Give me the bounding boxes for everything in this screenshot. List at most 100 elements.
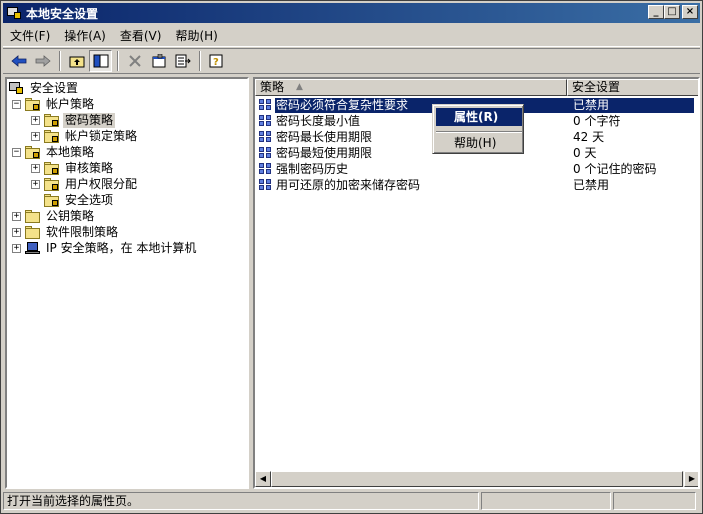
policy-value: 0 个字符 [573, 113, 621, 128]
tree-pane[interactable]: 安全设置 − 帐户策略 + 密码策略 + 帐户锁定策略 − 本地策略 + 审核策… [5, 77, 249, 489]
policy-value: 0 个记住的密码 [573, 161, 657, 176]
tree-label: IP 安全策略，在 本地计算机 [46, 240, 197, 255]
expand-toggle[interactable]: + [12, 243, 21, 253]
delete-icon [128, 55, 141, 67]
policy-name: 密码长度最小值 [276, 113, 361, 128]
back-button[interactable] [7, 50, 30, 72]
status-bar: 打开当前选择的属性页。 [3, 492, 700, 512]
column-header-policy[interactable]: 策略 ▲ [255, 79, 567, 96]
horizontal-scrollbar[interactable]: ◀ ▶ [255, 471, 698, 487]
tree-item-account-policy[interactable]: − 帐户策略 [12, 96, 96, 112]
menu-action[interactable]: 操作(A) [57, 26, 113, 46]
tree-label: 安全选项 [65, 192, 114, 207]
show-hide-tree-button[interactable] [89, 50, 112, 72]
scroll-right-button[interactable]: ▶ [684, 471, 698, 487]
policy-icon [258, 114, 274, 128]
window-title: 本地安全设置 [26, 6, 99, 21]
status-panel [481, 492, 611, 510]
context-menu-properties[interactable]: 属性(R) [436, 108, 522, 126]
security-settings-icon [9, 81, 25, 95]
column-header-setting[interactable]: 安全设置 [567, 79, 698, 96]
up-one-level-button[interactable] [65, 50, 88, 72]
sort-ascending-icon: ▲ [296, 82, 303, 92]
expand-toggle[interactable]: + [31, 179, 40, 189]
locked-folder-icon [44, 177, 60, 191]
properties-icon [152, 54, 165, 68]
menu-help[interactable]: 帮助(H) [168, 26, 224, 46]
minimize-button[interactable]: _ [648, 5, 664, 19]
tree-item-software-restriction[interactable]: + 软件限制策略 [12, 224, 120, 240]
tree-item-public-key[interactable]: + 公钥策略 [12, 208, 96, 224]
status-text: 打开当前选择的属性页。 [3, 492, 479, 510]
export-list-button[interactable] [171, 50, 194, 72]
up-folder-icon [69, 56, 84, 68]
tree-item-security-options[interactable]: 安全选项 [44, 192, 115, 208]
tree-item-audit-policy[interactable]: + 审核策略 [31, 160, 115, 176]
properties-button[interactable] [147, 50, 170, 72]
tree-label: 帐户锁定策略 [65, 128, 138, 143]
table-row[interactable]: 用可还原的加密来储存密码 已禁用 [255, 177, 698, 193]
forward-button[interactable] [31, 50, 54, 72]
expand-toggle[interactable]: + [31, 131, 40, 141]
toolbar-separator [59, 51, 61, 71]
context-menu-help[interactable]: 帮助(H) [436, 134, 522, 152]
tree-label: 本地策略 [46, 144, 95, 159]
forward-arrow-icon [35, 55, 51, 67]
menu-separator [436, 131, 522, 133]
tree-item-user-rights[interactable]: + 用户权限分配 [31, 176, 139, 192]
ip-security-icon [25, 241, 41, 255]
help-button[interactable]: ? [205, 50, 228, 72]
context-menu: 属性(R) 帮助(H) [432, 104, 524, 154]
menu-view[interactable]: 查看(V) [113, 26, 169, 46]
tree-label: 用户权限分配 [65, 176, 138, 191]
maximize-button[interactable]: □ [664, 5, 680, 19]
tree-label: 审核策略 [65, 160, 114, 175]
folder-icon [25, 209, 41, 223]
export-list-icon [175, 54, 191, 68]
tree-item-local-policy[interactable]: − 本地策略 [12, 144, 96, 160]
scroll-left-button[interactable]: ◀ [255, 471, 271, 487]
expand-toggle[interactable]: + [12, 211, 21, 221]
title-bar[interactable]: 本地安全设置 _ □ × [3, 3, 700, 23]
tree-item-ip-security[interactable]: + IP 安全策略，在 本地计算机 [12, 240, 198, 256]
toolbar-separator [117, 51, 119, 71]
policy-icon [258, 98, 274, 112]
expand-toggle[interactable]: + [31, 163, 40, 173]
tree-label: 安全设置 [30, 80, 79, 95]
folder-icon [25, 225, 41, 239]
status-panel [613, 492, 696, 510]
app-window: 本地安全设置 _ □ × 文件(F) 操作(A) 查看(V) 帮助(H) ? 安… [0, 0, 703, 514]
menu-bar: 文件(F) 操作(A) 查看(V) 帮助(H) [3, 25, 700, 47]
toolbar-separator [199, 51, 201, 71]
expand-toggle[interactable]: + [31, 115, 40, 125]
locked-folder-icon [25, 145, 41, 159]
policy-name: 密码最长使用期限 [276, 129, 373, 144]
close-button[interactable]: × [682, 5, 698, 19]
svg-text:?: ? [213, 57, 219, 68]
collapse-toggle[interactable]: − [12, 147, 21, 157]
collapse-toggle[interactable]: − [12, 99, 21, 109]
scroll-thumb[interactable] [271, 471, 683, 487]
table-row[interactable]: 强制密码历史 0 个记住的密码 [255, 161, 698, 177]
policy-value: 0 天 [573, 145, 597, 160]
help-icon: ? [209, 54, 222, 68]
tree-label: 公钥策略 [46, 208, 95, 223]
locked-folder-icon [25, 97, 41, 111]
show-hide-tree-icon [93, 54, 108, 68]
tree-item-password-policy[interactable]: + 密码策略 [31, 112, 116, 128]
policy-name: 密码必须符合复杂性要求 [275, 97, 583, 113]
tree-item-root[interactable]: 安全设置 [9, 80, 80, 96]
policy-name: 密码最短使用期限 [276, 145, 373, 160]
policy-value: 42 天 [573, 129, 605, 144]
locked-folder-icon [44, 193, 60, 207]
tree-label: 密码策略 [63, 112, 116, 128]
delete-button[interactable] [123, 50, 146, 72]
tree-item-lockout-policy[interactable]: + 帐户锁定策略 [31, 128, 139, 144]
security-settings-icon [6, 5, 22, 21]
expand-toggle[interactable]: + [12, 227, 21, 237]
locked-folder-icon [44, 161, 60, 175]
tree-label: 帐户策略 [46, 96, 95, 111]
policy-icon [258, 178, 274, 192]
menu-file[interactable]: 文件(F) [3, 26, 57, 46]
tree-label: 软件限制策略 [46, 224, 119, 239]
